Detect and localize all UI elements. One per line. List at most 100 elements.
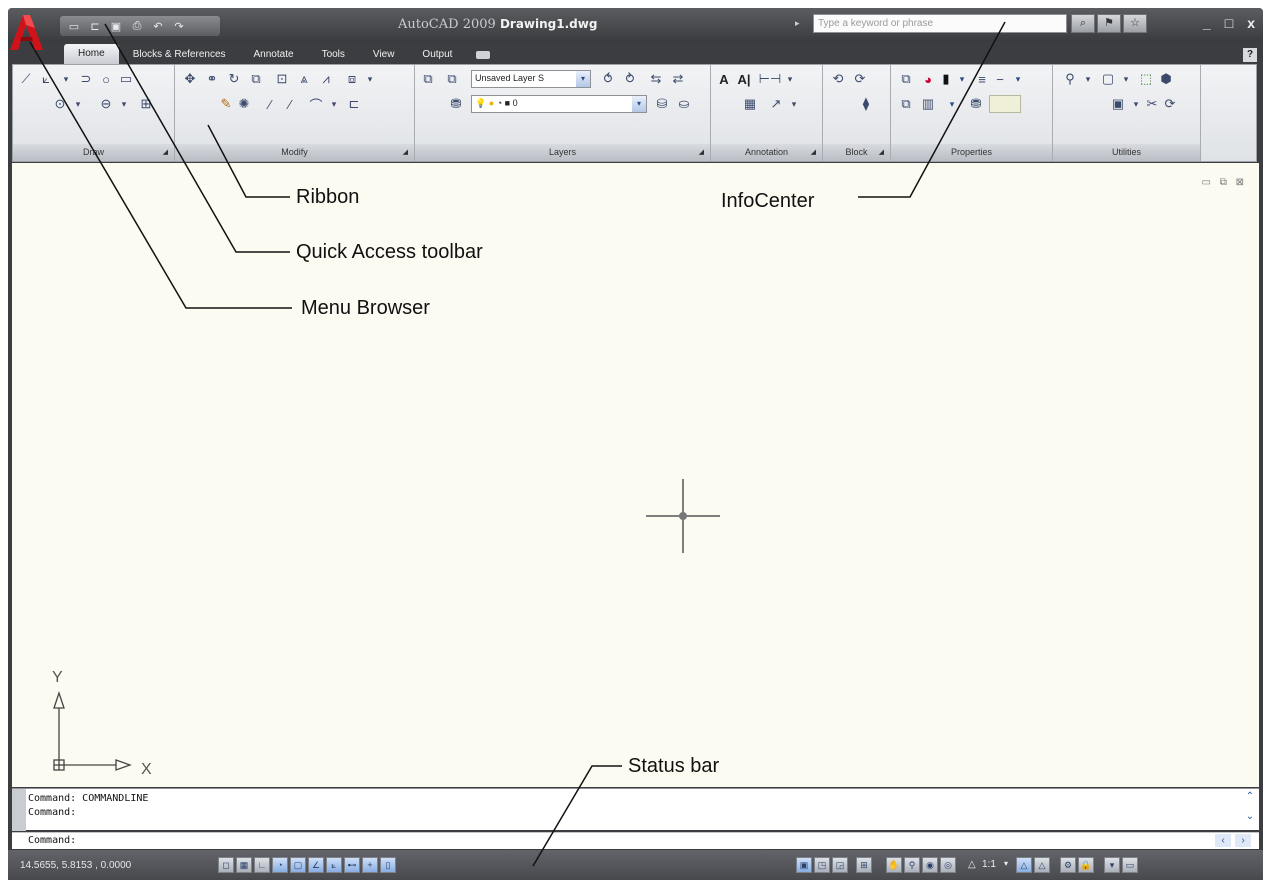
scale-icon[interactable]: ⊡ (273, 70, 291, 88)
paste-icon[interactable]: ▢ (1099, 70, 1117, 88)
coordinate-display[interactable]: 14.5655, 5.8153 , 0.0000 (20, 860, 131, 871)
panel-title-modify[interactable]: Modify ◢ (175, 144, 414, 161)
layer-state-dropdown[interactable]: Unsaved Layer S ▾ (471, 70, 591, 88)
command-input[interactable]: Command: ‹ › (12, 832, 1259, 849)
tab-tools[interactable]: Tools (308, 46, 359, 64)
group-icon[interactable]: ⬢ (1157, 70, 1175, 88)
circle-icon[interactable]: ○ (97, 70, 115, 88)
rotate-icon[interactable]: ↻ (225, 70, 243, 88)
help-button[interactable]: ? (1243, 48, 1257, 62)
dynamic-ucs-icon[interactable]: ⟀ (326, 857, 342, 873)
annotation-scale[interactable]: 1:1 (982, 859, 996, 870)
polyline-icon[interactable]: ⟀ (37, 70, 55, 88)
offset-dropdown-icon[interactable]: ▾ (361, 70, 379, 88)
layer-match-icon[interactable]: ⇆ (647, 70, 665, 88)
fillet-icon[interactable]: ⌒ (307, 95, 325, 113)
zoom-dropdown-icon[interactable]: ▾ (1079, 70, 1097, 88)
circle-dropdown-icon[interactable]: ▾ (69, 95, 87, 113)
polyline-dropdown-icon[interactable]: ▾ (57, 70, 75, 88)
auto-scale-icon[interactable]: △ (1034, 857, 1050, 873)
ribbon-minimize-button[interactable] (476, 51, 491, 59)
open-icon[interactable]: ⊏ (87, 19, 103, 33)
table-icon[interactable]: ▦ (741, 95, 759, 113)
insert-block-icon[interactable]: ⟲ (829, 70, 847, 88)
array-icon[interactable]: ⩓ (295, 70, 313, 88)
tab-home[interactable]: Home (64, 44, 119, 64)
trim-icon[interactable]: ⁄ (261, 95, 279, 113)
layout1-icon[interactable]: ◳ (814, 857, 830, 873)
panel-title-utilities[interactable]: Utilities (1053, 144, 1200, 161)
annotation-scale-dropdown-icon[interactable]: ▾ (1004, 859, 1008, 868)
multileader-dropdown-icon[interactable]: ▾ (785, 95, 803, 113)
properties-dropdown-icon[interactable]: ▾ (943, 95, 961, 113)
steering-wheel-icon[interactable]: ◉ (922, 857, 938, 873)
make-current-icon[interactable]: ⛃ (447, 95, 465, 113)
layer-freeze-icon[interactable]: ⛀ (675, 95, 693, 113)
layout2-icon[interactable]: ◲ (832, 857, 848, 873)
annotation-visibility-icon[interactable]: △ (1016, 857, 1032, 873)
match-properties-icon[interactable]: ⧉ (897, 70, 915, 88)
mirror-icon[interactable]: ⩘ (317, 70, 335, 88)
tab-view[interactable]: View (359, 46, 409, 64)
plot-style-field[interactable] (989, 95, 1021, 113)
polar-tracking-icon[interactable]: ◔ (272, 857, 288, 873)
multiline-text-icon[interactable]: A (715, 70, 733, 88)
drawing-area[interactable]: ▭ ⧉ ⊠ (12, 163, 1259, 787)
print-icon[interactable]: ⎙ (129, 19, 145, 33)
panel-title-annotation[interactable]: Annotation ◢ (711, 144, 822, 161)
color-wheel-icon[interactable]: ◕ (919, 70, 937, 88)
scroll-down-icon[interactable]: ⌄ (1243, 811, 1257, 825)
lineweight-toggle-icon[interactable]: + (362, 857, 378, 873)
scroll-left-icon[interactable]: ‹ (1215, 834, 1231, 847)
grid-display-icon[interactable]: ▦ (236, 857, 252, 873)
color-dropdown-icon[interactable]: ▾ (953, 70, 971, 88)
pan-icon[interactable]: ✋ (886, 857, 902, 873)
toolbar-lock-icon[interactable]: 🔒 (1078, 857, 1094, 873)
dynamic-input-icon[interactable]: ⊷ (344, 857, 360, 873)
zoom-icon[interactable]: ⚲ (1061, 70, 1079, 88)
ellipse-icon[interactable]: ⊖ (97, 95, 115, 113)
tab-blocks-references[interactable]: Blocks & References (119, 46, 240, 64)
favorites-icon[interactable]: ☆ (1123, 14, 1147, 33)
panel-title-draw[interactable]: Draw ◢ (13, 144, 174, 161)
list-icon[interactable]: ⧉ (897, 95, 915, 113)
snap-mode-icon[interactable]: ◻ (218, 857, 234, 873)
menu-browser-logo-icon[interactable] (8, 13, 44, 51)
plot-style-icon[interactable]: ⛃ (967, 95, 985, 113)
linetype-dropdown-icon[interactable]: ▾ (1009, 70, 1027, 88)
infocenter-search-input[interactable]: Type a keyword or phrase (813, 14, 1067, 33)
dimension-dropdown-icon[interactable]: ▾ (781, 70, 799, 88)
tab-output[interactable]: Output (408, 46, 466, 64)
current-layer-dropdown[interactable]: 💡 ● ◔ ■ 0 ▾ (471, 95, 647, 113)
tab-annotate[interactable]: Annotate (240, 46, 308, 64)
command-history[interactable]: Command: COMMANDLINE Command: ⌃ ⌄ (12, 788, 1259, 831)
model-space-icon[interactable]: ▣ (796, 857, 812, 873)
showmotion-icon[interactable]: ◎ (940, 857, 956, 873)
panel-title-layers[interactable]: Layers ◢ (415, 144, 710, 161)
new-icon[interactable]: ▭ (66, 19, 82, 33)
layer-states-icon[interactable]: ⧉ (443, 70, 461, 88)
circle-options-icon[interactable]: ⊙ (51, 95, 69, 113)
join-icon[interactable]: ⊏ (345, 95, 363, 113)
layer-properties-icon[interactable]: ⧉ (419, 70, 437, 88)
transparency-icon[interactable]: ▥ (919, 95, 937, 113)
stretch-icon[interactable]: ⧉ (247, 70, 265, 88)
paste-dropdown-icon[interactable]: ▾ (1117, 70, 1135, 88)
panel-title-block[interactable]: Block ◢ (823, 144, 890, 161)
scroll-up-icon[interactable]: ⌃ (1243, 791, 1257, 805)
multileader-icon[interactable]: ↗ (767, 95, 785, 113)
ortho-mode-icon[interactable]: ∟ (254, 857, 270, 873)
arc-icon[interactable]: ⊃ (77, 70, 95, 88)
layer-isolate-icon[interactable]: ⥀ (599, 70, 617, 88)
command-line-grip[interactable] (12, 789, 26, 831)
linetype-icon[interactable]: − (991, 70, 1009, 88)
create-block-icon[interactable]: ⟳ (851, 70, 869, 88)
annotation-scale-icon[interactable]: △ (968, 859, 976, 870)
viewport-controls[interactable]: ▭ ⧉ ⊠ (1201, 177, 1247, 188)
panel-title-properties[interactable]: Properties (891, 144, 1052, 161)
quick-select-icon[interactable]: ⬚ (1137, 70, 1155, 88)
search-expand-icon[interactable]: ▸ (795, 18, 800, 29)
redo-icon[interactable]: ↷ (171, 19, 187, 33)
undo-icon[interactable]: ↶ (150, 19, 166, 33)
cut-icon[interactable]: ✂ (1143, 95, 1161, 113)
